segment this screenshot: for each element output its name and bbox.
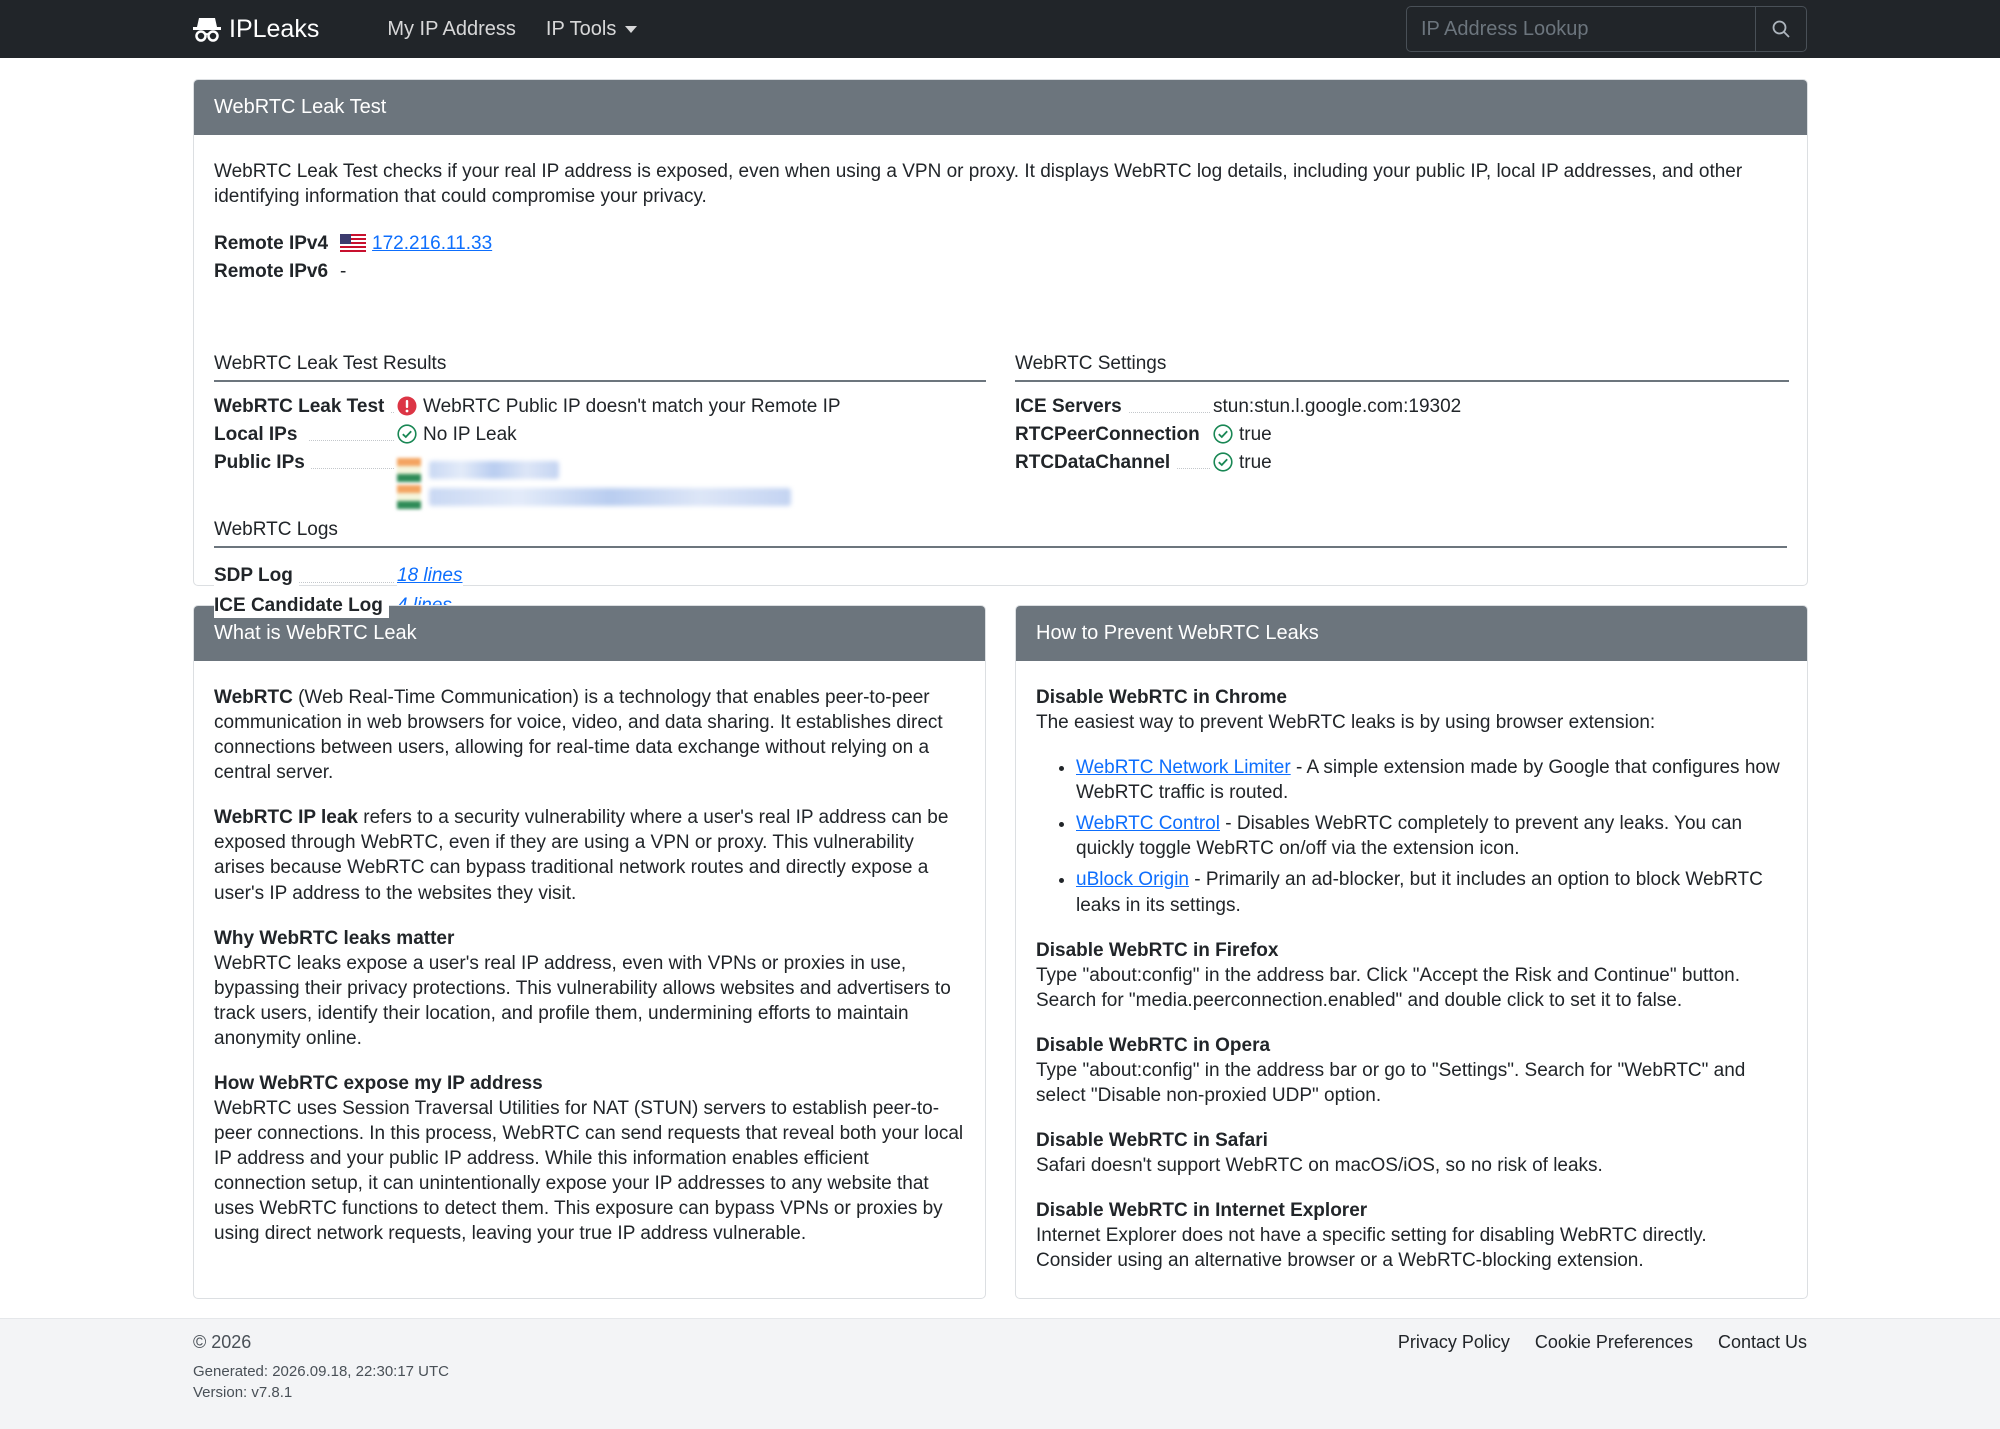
setting-label: RTCDataChannel — [1015, 449, 1177, 475]
webrtc-control-link[interactable]: WebRTC Control — [1076, 813, 1220, 834]
brand-logo[interactable]: IPLeaks — [193, 13, 319, 46]
safari-heading: Disable WebRTC in Safari — [1036, 1130, 1268, 1152]
prevent-header: How to Prevent WebRTC Leaks — [1016, 606, 1807, 661]
remote-ipv4-label: Remote IPv4 — [214, 232, 329, 254]
dotted-leader — [1120, 412, 1210, 414]
contact-us-link[interactable]: Contact Us — [1718, 1331, 1807, 1355]
setting-label: ICE Servers — [1015, 393, 1128, 419]
why-leaks-matter-heading: Why WebRTC leaks matter — [214, 927, 455, 949]
safari-text: Safari doesn't support WebRTC on macOS/i… — [1036, 1155, 1603, 1177]
firefox-text: Type "about:config" in the address bar. … — [1036, 964, 1740, 1011]
how-expose-heading: How WebRTC expose my IP address — [214, 1073, 543, 1095]
top-navbar: IPLeaks My IP Address IP Tools — [0, 0, 2000, 58]
country-flag-icon — [397, 484, 421, 509]
remote-ipv6-row: Remote IPv6 - — [214, 257, 1787, 285]
remote-ipv4-row: Remote IPv4 172.216.11.33 — [214, 229, 1787, 257]
redacted-ip — [429, 487, 791, 506]
setting-value: stun:stun.l.google.com:19302 — [1213, 393, 1462, 419]
what-is-paragraph-2: WebRTC IP leak refers to a security vuln… — [214, 805, 965, 905]
extension-item: uBlock Origin - Primarily an ad-blocker,… — [1076, 867, 1787, 917]
check-circle-icon — [1213, 424, 1233, 444]
how-expose-text: WebRTC uses Session Traversal Utilities … — [214, 1098, 964, 1245]
chrome-text: The easiest way to prevent WebRTC leaks … — [1036, 712, 1656, 734]
public-ip-list — [397, 456, 791, 510]
setting-row-rtcpeerconnection: RTCPeerConnection true — [1015, 420, 1789, 448]
firefox-heading: Disable WebRTC in Firefox — [1036, 939, 1279, 961]
result-label: Local IPs — [214, 421, 304, 447]
redacted-ip — [429, 460, 559, 479]
leak-test-card: WebRTC Leak Test WebRTC Leak Test checks… — [193, 79, 1808, 618]
opera-text: Type "about:config" in the address bar o… — [1036, 1059, 1746, 1107]
result-label: WebRTC Leak Test — [214, 393, 391, 419]
webrtc-network-limiter-link[interactable]: WebRTC Network Limiter — [1076, 757, 1291, 778]
public-ip-entry — [397, 456, 791, 483]
extension-item: WebRTC Network Limiter - A simple extens… — [1076, 755, 1787, 805]
result-value: No IP Leak — [423, 423, 517, 445]
setting-value: true — [1239, 451, 1272, 473]
term-webrtc-ip-leak: WebRTC IP leak — [214, 807, 358, 829]
ie-text: Internet Explorer does not have a specif… — [1036, 1225, 1707, 1272]
privacy-policy-link[interactable]: Privacy Policy — [1398, 1331, 1510, 1355]
chrome-heading: Disable WebRTC in Chrome — [1036, 687, 1287, 708]
extension-list: WebRTC Network Limiter - A simple extens… — [1076, 755, 1787, 917]
settings-section-title: WebRTC Settings — [1015, 351, 1789, 383]
ip-lookup-input[interactable] — [1406, 6, 1756, 52]
nav-ip-tools-label: IP Tools — [545, 17, 617, 40]
version-label: Version: v7.8.1 — [193, 1383, 293, 1401]
logs-section-title: WebRTC Logs — [214, 517, 1787, 549]
log-label: ICE Candidate Log — [214, 592, 389, 618]
result-label: Public IPs — [214, 449, 311, 475]
result-row-leak-test: WebRTC Leak Test WebRTC Public IP doesn'… — [214, 392, 986, 420]
setting-label: RTCPeerConnection — [1015, 421, 1206, 447]
result-value: WebRTC Public IP doesn't match your Remo… — [423, 395, 841, 417]
dotted-leader — [309, 440, 394, 442]
what-is-paragraph-1: WebRTC (Web Real-Time Communication) is … — [214, 685, 965, 785]
search-button[interactable] — [1756, 6, 1807, 52]
country-flag-icon — [397, 457, 421, 482]
sdp-log-link[interactable]: 18 lines — [397, 563, 463, 588]
check-circle-icon — [1213, 452, 1233, 472]
leak-test-intro: WebRTC Leak Test checks if your real IP … — [214, 161, 1743, 208]
why-leaks-matter-text: WebRTC leaks expose a user's real IP add… — [214, 952, 951, 1049]
prevent-card: How to Prevent WebRTC Leaks Disable WebR… — [1015, 605, 1808, 1299]
setting-row-ice-servers: ICE Servers stun:stun.l.google.com:19302 — [1015, 392, 1789, 420]
check-circle-icon — [397, 424, 417, 444]
remote-ipv4-link[interactable]: 172.216.11.33 — [372, 231, 492, 256]
nav-my-ip-address[interactable]: My IP Address — [387, 16, 516, 42]
term-webrtc: WebRTC — [214, 687, 293, 708]
dotted-leader — [309, 468, 394, 470]
leak-test-header: WebRTC Leak Test — [194, 80, 1807, 135]
results-section-title: WebRTC Leak Test Results — [214, 351, 986, 383]
search-icon — [1772, 20, 1790, 38]
us-flag-icon — [340, 234, 367, 253]
setting-row-rtcdatachannel: RTCDataChannel true — [1015, 448, 1789, 476]
dotted-leader — [1175, 468, 1210, 470]
brand-name: IPLeaks — [229, 14, 320, 43]
paragraph-text: (Web Real-Time Communication) is a techn… — [214, 687, 943, 784]
log-row-sdp: SDP Log 18 lines — [214, 560, 1787, 590]
remote-ipv6-label: Remote IPv6 — [214, 260, 329, 282]
ublock-origin-link[interactable]: uBlock Origin — [1076, 869, 1189, 890]
dotted-leader — [296, 582, 394, 584]
setting-value: true — [1239, 423, 1272, 445]
remote-ipv6-value: - — [340, 260, 347, 282]
opera-heading: Disable WebRTC in Opera — [1036, 1034, 1271, 1056]
log-label: SDP Log — [214, 562, 299, 588]
page-footer: © 2026 Generated: 2026.09.18, 22:30:17 U… — [0, 1318, 2000, 1429]
error-icon — [397, 396, 417, 416]
nav-ip-tools-dropdown[interactable]: IP Tools — [545, 16, 638, 42]
incognito-icon — [193, 18, 221, 42]
extension-item: WebRTC Control - Disables WebRTC complet… — [1076, 811, 1787, 861]
what-is-card: What is WebRTC Leak WebRTC (Web Real-Tim… — [193, 605, 986, 1299]
ie-heading: Disable WebRTC in Internet Explorer — [1036, 1200, 1368, 1222]
generated-timestamp: Generated: 2026.09.18, 22:30:17 UTC — [193, 1362, 450, 1380]
caret-down-icon — [625, 26, 638, 34]
ip-lookup-form — [1406, 6, 1807, 52]
footer-links: Privacy Policy Cookie Preferences Contac… — [1373, 1331, 1807, 1355]
cookie-preferences-link[interactable]: Cookie Preferences — [1535, 1331, 1693, 1355]
public-ip-entry — [397, 483, 791, 510]
result-row-local-ips: Local IPs No IP Leak — [214, 420, 986, 448]
